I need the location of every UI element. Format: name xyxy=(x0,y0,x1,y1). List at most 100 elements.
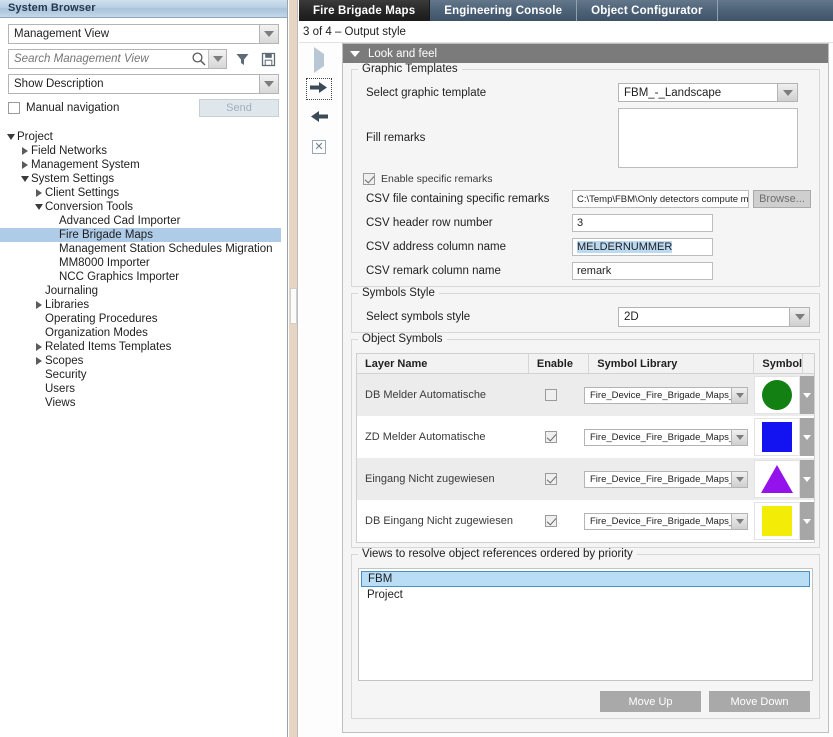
system-browser-tree[interactable]: ProjectField NetworksManagement SystemSy… xyxy=(0,123,281,737)
chevron-down-icon[interactable] xyxy=(4,134,17,140)
next-step-button[interactable] xyxy=(306,78,332,100)
tree-item-operating-procedures[interactable]: Operating Procedures xyxy=(0,312,281,326)
tab-engineering-console[interactable]: Engineering Console xyxy=(430,0,577,21)
tree-item-related-items-templates[interactable]: Related Items Templates xyxy=(0,340,281,354)
chevron-down-icon[interactable] xyxy=(18,176,31,182)
tree-item-fire-brigade-maps[interactable]: Fire Brigade Maps xyxy=(0,228,281,242)
tree-item-ncc-graphics-importer[interactable]: NCC Graphics Importer xyxy=(0,270,281,284)
views-listbox[interactable]: FBMProject xyxy=(358,568,813,681)
move-up-button[interactable]: Move Up xyxy=(600,691,701,712)
chevron-down-icon[interactable] xyxy=(32,204,45,210)
cell-enable xyxy=(525,431,584,443)
tree-item-mm8000-importer[interactable]: MM8000 Importer xyxy=(0,256,281,270)
search-icon[interactable] xyxy=(191,51,207,67)
symbol-preview[interactable] xyxy=(754,418,800,456)
send-button[interactable]: Send xyxy=(199,99,279,117)
column-header-symbol[interactable]: Symbol xyxy=(753,354,802,373)
tree-item-field-networks[interactable]: Field Networks xyxy=(0,144,281,158)
chevron-right-icon[interactable] xyxy=(32,189,45,197)
symbol-preview[interactable] xyxy=(754,376,800,414)
chevron-down-icon[interactable] xyxy=(259,25,278,43)
table-row[interactable]: Eingang Nicht zugewiesenFire_Device_Fire… xyxy=(357,458,814,500)
tree-scrollbar[interactable] xyxy=(281,123,287,737)
symbol-preview[interactable] xyxy=(754,460,800,498)
show-description-combo[interactable]: Show Description xyxy=(8,74,279,94)
symbol-library-combo[interactable]: Fire_Device_Fire_Brigade_Maps_HQ_1 xyxy=(584,513,748,530)
symbol-dropdown-button[interactable] xyxy=(800,502,814,540)
chevron-down-icon[interactable] xyxy=(731,472,747,487)
tree-item-journaling[interactable]: Journaling xyxy=(0,284,281,298)
search-dropdown-icon[interactable] xyxy=(208,50,226,68)
chevron-right-icon[interactable] xyxy=(32,343,45,351)
enable-checkbox[interactable] xyxy=(545,515,557,527)
symbol-library-combo[interactable]: Fire_Device_Fire_Brigade_Maps_HQ_1 xyxy=(584,387,748,404)
tree-item-users[interactable]: Users xyxy=(0,382,281,396)
tree-item-security[interactable]: Security xyxy=(0,368,281,382)
tab-fire-brigade-maps[interactable]: Fire Brigade Maps xyxy=(299,0,430,21)
column-header-enable[interactable]: Enable xyxy=(528,354,588,373)
enable-checkbox[interactable] xyxy=(545,473,557,485)
chevron-down-icon[interactable] xyxy=(731,388,747,403)
tree-item-views[interactable]: Views xyxy=(0,396,281,410)
select-graphic-template-combo[interactable]: FBM_-_Landscape xyxy=(618,83,798,102)
chevron-down-icon[interactable] xyxy=(731,514,747,529)
fill-remarks-row: Fill remarks xyxy=(360,108,811,168)
fill-remarks-textarea[interactable] xyxy=(618,108,798,168)
manual-navigation-checkbox[interactable] xyxy=(8,102,20,114)
table-row[interactable]: DB Melder AutomatischeFire_Device_Fire_B… xyxy=(357,374,814,416)
enable-checkbox[interactable] xyxy=(545,389,557,401)
tab-object-configurator[interactable]: Object Configurator xyxy=(577,0,717,21)
chevron-right-icon[interactable] xyxy=(18,161,31,169)
tree-item-advanced-cad-importer[interactable]: Advanced Cad Importer xyxy=(0,214,281,228)
symbol-library-combo[interactable]: Fire_Device_Fire_Brigade_Maps_HQ_1 xyxy=(584,429,748,446)
column-header-layer-name[interactable]: Layer Name xyxy=(357,354,528,373)
csv-file-input[interactable]: C:\Temp\FBM\Only detectors compute min a… xyxy=(572,190,749,208)
table-row[interactable]: ZD Melder AutomatischeFire_Device_Fire_B… xyxy=(357,416,814,458)
save-floppy-icon[interactable] xyxy=(257,49,279,69)
tree-item-label: Field Networks xyxy=(31,145,107,157)
system-browser-controls: Management View xyxy=(0,18,287,124)
symbol-preview[interactable] xyxy=(754,502,800,540)
tree-item-scopes[interactable]: Scopes xyxy=(0,354,281,368)
tree-item-management-station-schedules-migration[interactable]: Management Station Schedules Migration xyxy=(0,242,281,256)
symbol-dropdown-button[interactable] xyxy=(800,418,814,456)
chevron-down-icon[interactable] xyxy=(789,308,809,326)
select-symbols-style-combo[interactable]: 2D xyxy=(618,307,810,327)
tree-item-system-settings[interactable]: System Settings xyxy=(0,172,281,186)
tree-item-conversion-tools[interactable]: Conversion Tools xyxy=(0,200,281,214)
tree-item-libraries[interactable]: Libraries xyxy=(0,298,281,312)
list-item[interactable]: FBM xyxy=(361,571,810,587)
splitter-grip[interactable] xyxy=(290,288,297,324)
tree-item-client-settings[interactable]: Client Settings xyxy=(0,186,281,200)
previous-step-button[interactable] xyxy=(306,107,332,129)
chevron-right-icon[interactable] xyxy=(18,147,31,155)
table-row[interactable]: DB Eingang Nicht zugewiesenFire_Device_F… xyxy=(357,500,814,542)
tree-item-organization-modes[interactable]: Organization Modes xyxy=(0,326,281,340)
list-item[interactable]: Project xyxy=(361,587,810,602)
panel-splitter[interactable] xyxy=(289,0,298,737)
management-view-combo[interactable]: Management View xyxy=(8,24,279,44)
chevron-right-icon[interactable] xyxy=(32,357,45,365)
symbol-library-combo[interactable]: Fire_Device_Fire_Brigade_Maps_HQ_1 xyxy=(584,471,748,488)
csv-address-column-input[interactable]: MELDERNUMMER xyxy=(572,238,713,256)
object-symbols-table[interactable]: Layer NameEnableSymbol LibrarySymbol DB … xyxy=(356,353,815,543)
chevron-right-icon[interactable] xyxy=(32,301,45,309)
tree-item-project[interactable]: Project xyxy=(0,130,281,144)
move-down-button[interactable]: Move Down xyxy=(709,691,810,712)
enable-specific-remarks-checkbox[interactable] xyxy=(363,173,375,185)
look-and-feel-header[interactable]: Look and feel xyxy=(343,44,828,63)
symbol-dropdown-button[interactable] xyxy=(800,460,814,498)
column-header-symbol-library[interactable]: Symbol Library xyxy=(588,354,753,373)
csv-remark-column-input[interactable]: remark xyxy=(572,262,713,280)
chevron-down-icon[interactable] xyxy=(259,75,278,93)
run-arrow-button[interactable] xyxy=(306,49,332,71)
symbol-dropdown-button[interactable] xyxy=(800,376,814,414)
enable-checkbox[interactable] xyxy=(545,431,557,443)
browse-button[interactable]: Browse... xyxy=(753,190,811,208)
cancel-button[interactable]: ✕ xyxy=(306,136,332,158)
csv-header-row-input[interactable]: 3 xyxy=(572,214,713,232)
filter-funnel-icon[interactable] xyxy=(231,49,253,69)
chevron-down-icon[interactable] xyxy=(777,84,797,101)
chevron-down-icon[interactable] xyxy=(731,430,747,445)
tree-item-management-system[interactable]: Management System xyxy=(0,158,281,172)
